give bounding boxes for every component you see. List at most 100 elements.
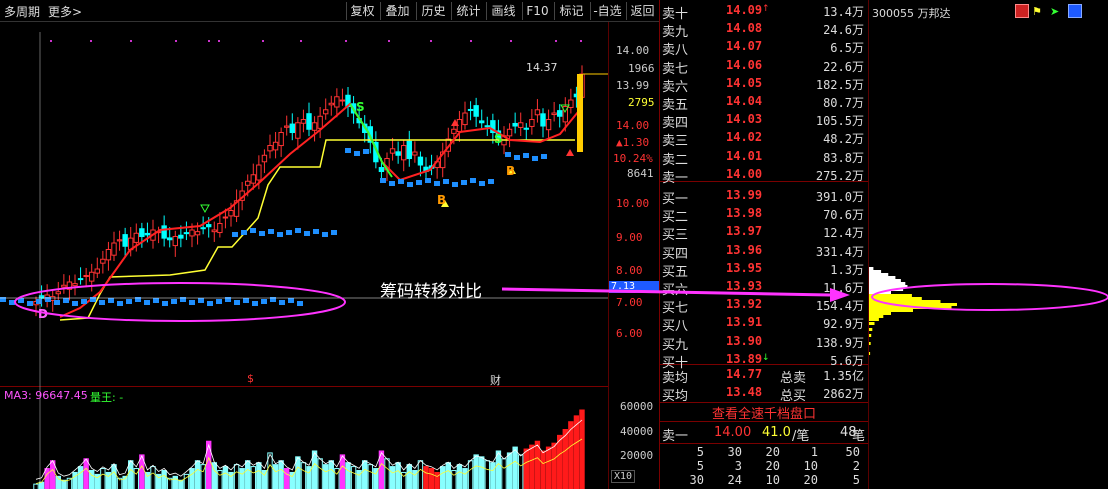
toolbar-button-5[interactable]: F10 — [522, 2, 552, 20]
chip-block — [259, 231, 265, 236]
chip-block — [304, 231, 310, 236]
volume-bar — [44, 468, 50, 489]
chip-bar — [869, 285, 908, 288]
volume-bar — [445, 462, 451, 489]
volume-bar — [144, 471, 151, 489]
volume-bar — [323, 464, 329, 489]
ask-row[interactable]: 卖八 14.07 6.5万 — [662, 38, 868, 58]
ask-row[interactable]: 卖二 14.01 83.8万 — [662, 148, 868, 168]
bid-row[interactable]: 买二 13.98 70.6万 — [662, 205, 868, 226]
level-price: 14.00 — [726, 166, 763, 181]
tick-cell: 20 — [765, 459, 780, 473]
candle-body — [189, 229, 195, 237]
toolbar-button-4[interactable]: 画线 — [486, 2, 520, 20]
stock-code-name: 300055 万邦达 — [872, 7, 951, 20]
axis-volume-top: 1966 — [628, 62, 655, 75]
level-label: 卖四 — [662, 116, 689, 132]
volume-bar — [289, 471, 295, 489]
chip-block — [126, 299, 132, 304]
bid-row[interactable]: 买一 13.99 391.0万 — [662, 187, 868, 207]
chip-transfer-annotation: 筹码转移对比 — [380, 282, 482, 302]
toolbar-button-1[interactable]: 叠加 — [380, 2, 414, 20]
candle-body — [451, 128, 457, 134]
settings-icon[interactable] — [1068, 4, 1082, 18]
chip-block — [9, 300, 15, 305]
level-label: 卖二 — [662, 152, 689, 168]
chip-block — [234, 300, 240, 305]
level-volume: 138.9万 — [815, 335, 864, 350]
candlestick-chart[interactable] — [0, 22, 608, 489]
volume-bar — [217, 469, 223, 489]
vol-axis-20000: 20000 — [620, 449, 654, 462]
more-button[interactable]: 更多> — [48, 3, 82, 20]
chip-block — [470, 178, 476, 183]
volume-bar — [406, 464, 412, 489]
chip-block — [27, 301, 33, 306]
volume-bar — [77, 466, 84, 489]
chip-block — [488, 179, 494, 184]
ask-row[interactable]: 卖一 14.00 275.2万 — [662, 166, 868, 186]
level-label: 买九 — [662, 337, 689, 353]
chip-bar — [869, 291, 891, 294]
period-selector[interactable]: 多周期 — [4, 3, 40, 20]
financial-marker: 财 — [490, 374, 501, 387]
chip-bar — [869, 328, 873, 331]
volume-bar — [484, 460, 490, 489]
level-label: 买二 — [662, 210, 689, 226]
chip-mode-icon[interactable] — [1015, 4, 1029, 18]
candle-body — [512, 122, 518, 127]
chip-block — [279, 300, 285, 305]
flag-icon[interactable]: ⚑ — [1032, 5, 1046, 18]
ma3-label: MA3: 96647.45 — [4, 389, 88, 402]
toolbar-button-3[interactable]: 统计 — [451, 2, 485, 20]
summary-row: 买均 13.48 总买 2862万 — [662, 384, 868, 404]
bid-row[interactable]: 买四 13.96 331.4万 — [662, 242, 868, 262]
candle-body — [339, 99, 346, 102]
arrow-icon[interactable]: ➤ — [1050, 5, 1064, 18]
ask-row[interactable]: 卖五 14.04 80.7万 — [662, 93, 868, 113]
chip-block — [295, 228, 301, 233]
toolbar-button-8[interactable]: 返回 — [626, 2, 658, 20]
toolbar-button-0[interactable]: 复权 — [346, 2, 378, 20]
candle-body — [228, 210, 234, 217]
volume-bar — [467, 460, 474, 489]
volume-bar — [428, 468, 435, 489]
scale-factor[interactable]: X10 — [611, 470, 636, 483]
toolbar-button-6[interactable]: 标记 — [554, 2, 588, 20]
toolbar-button-7[interactable]: -自选 — [590, 2, 624, 20]
bid-row[interactable]: 买七 13.92 154.4万 — [662, 296, 868, 316]
candle-body — [250, 174, 256, 184]
tick-cell: 5 — [696, 459, 704, 473]
full-depth-button[interactable]: 查看全速千档盘口 — [660, 403, 868, 422]
candle-body — [261, 154, 268, 163]
candle-body — [167, 237, 173, 241]
tick-header-cell: 笔 — [852, 429, 866, 444]
ask-row[interactable]: 卖六 14.05 182.5万 — [662, 75, 868, 95]
candle-body — [172, 236, 178, 247]
ask-row[interactable]: 卖七 14.06 22.6万 — [662, 57, 868, 77]
toolbar-button-2[interactable]: 历史 — [416, 2, 450, 20]
candle-body — [479, 120, 485, 124]
ask-row[interactable]: 卖九 14.08 24.6万 — [662, 20, 868, 40]
bid-row[interactable]: 买六 13.93 11.6万 — [662, 278, 868, 298]
chip-distribution-chart — [869, 267, 957, 355]
ask-row[interactable]: 卖三 14.02 48.2万 — [662, 129, 868, 149]
vol-axis-60000: 60000 — [620, 400, 654, 413]
candle-body — [83, 275, 89, 278]
bid-row[interactable]: 买九 13.90 138.9万 — [662, 333, 868, 353]
chip-block — [198, 298, 204, 303]
bid-row[interactable]: 买三 13.97 12.4万 — [662, 223, 868, 243]
candle-body — [66, 281, 73, 290]
level-price: 13.97 — [726, 224, 763, 239]
chip-block — [144, 300, 150, 305]
candle-body — [406, 140, 412, 160]
bid-row[interactable]: 买五 13.95 1.3万 — [662, 260, 868, 280]
tick-grid: 5 30 20 1 50 5 3 20 10 2 30 24 10 20 5 — [660, 444, 868, 489]
chip-bar — [869, 315, 884, 318]
candle-body — [111, 242, 117, 256]
ask-row[interactable]: 卖十 14.09 13.4万 ↑ — [662, 2, 868, 22]
candle-body — [545, 119, 552, 131]
candle-body — [389, 148, 396, 154]
bid-row[interactable]: 买八 13.91 92.9万 — [662, 314, 868, 334]
ask-row[interactable]: 卖四 14.03 105.5万 — [662, 111, 868, 132]
